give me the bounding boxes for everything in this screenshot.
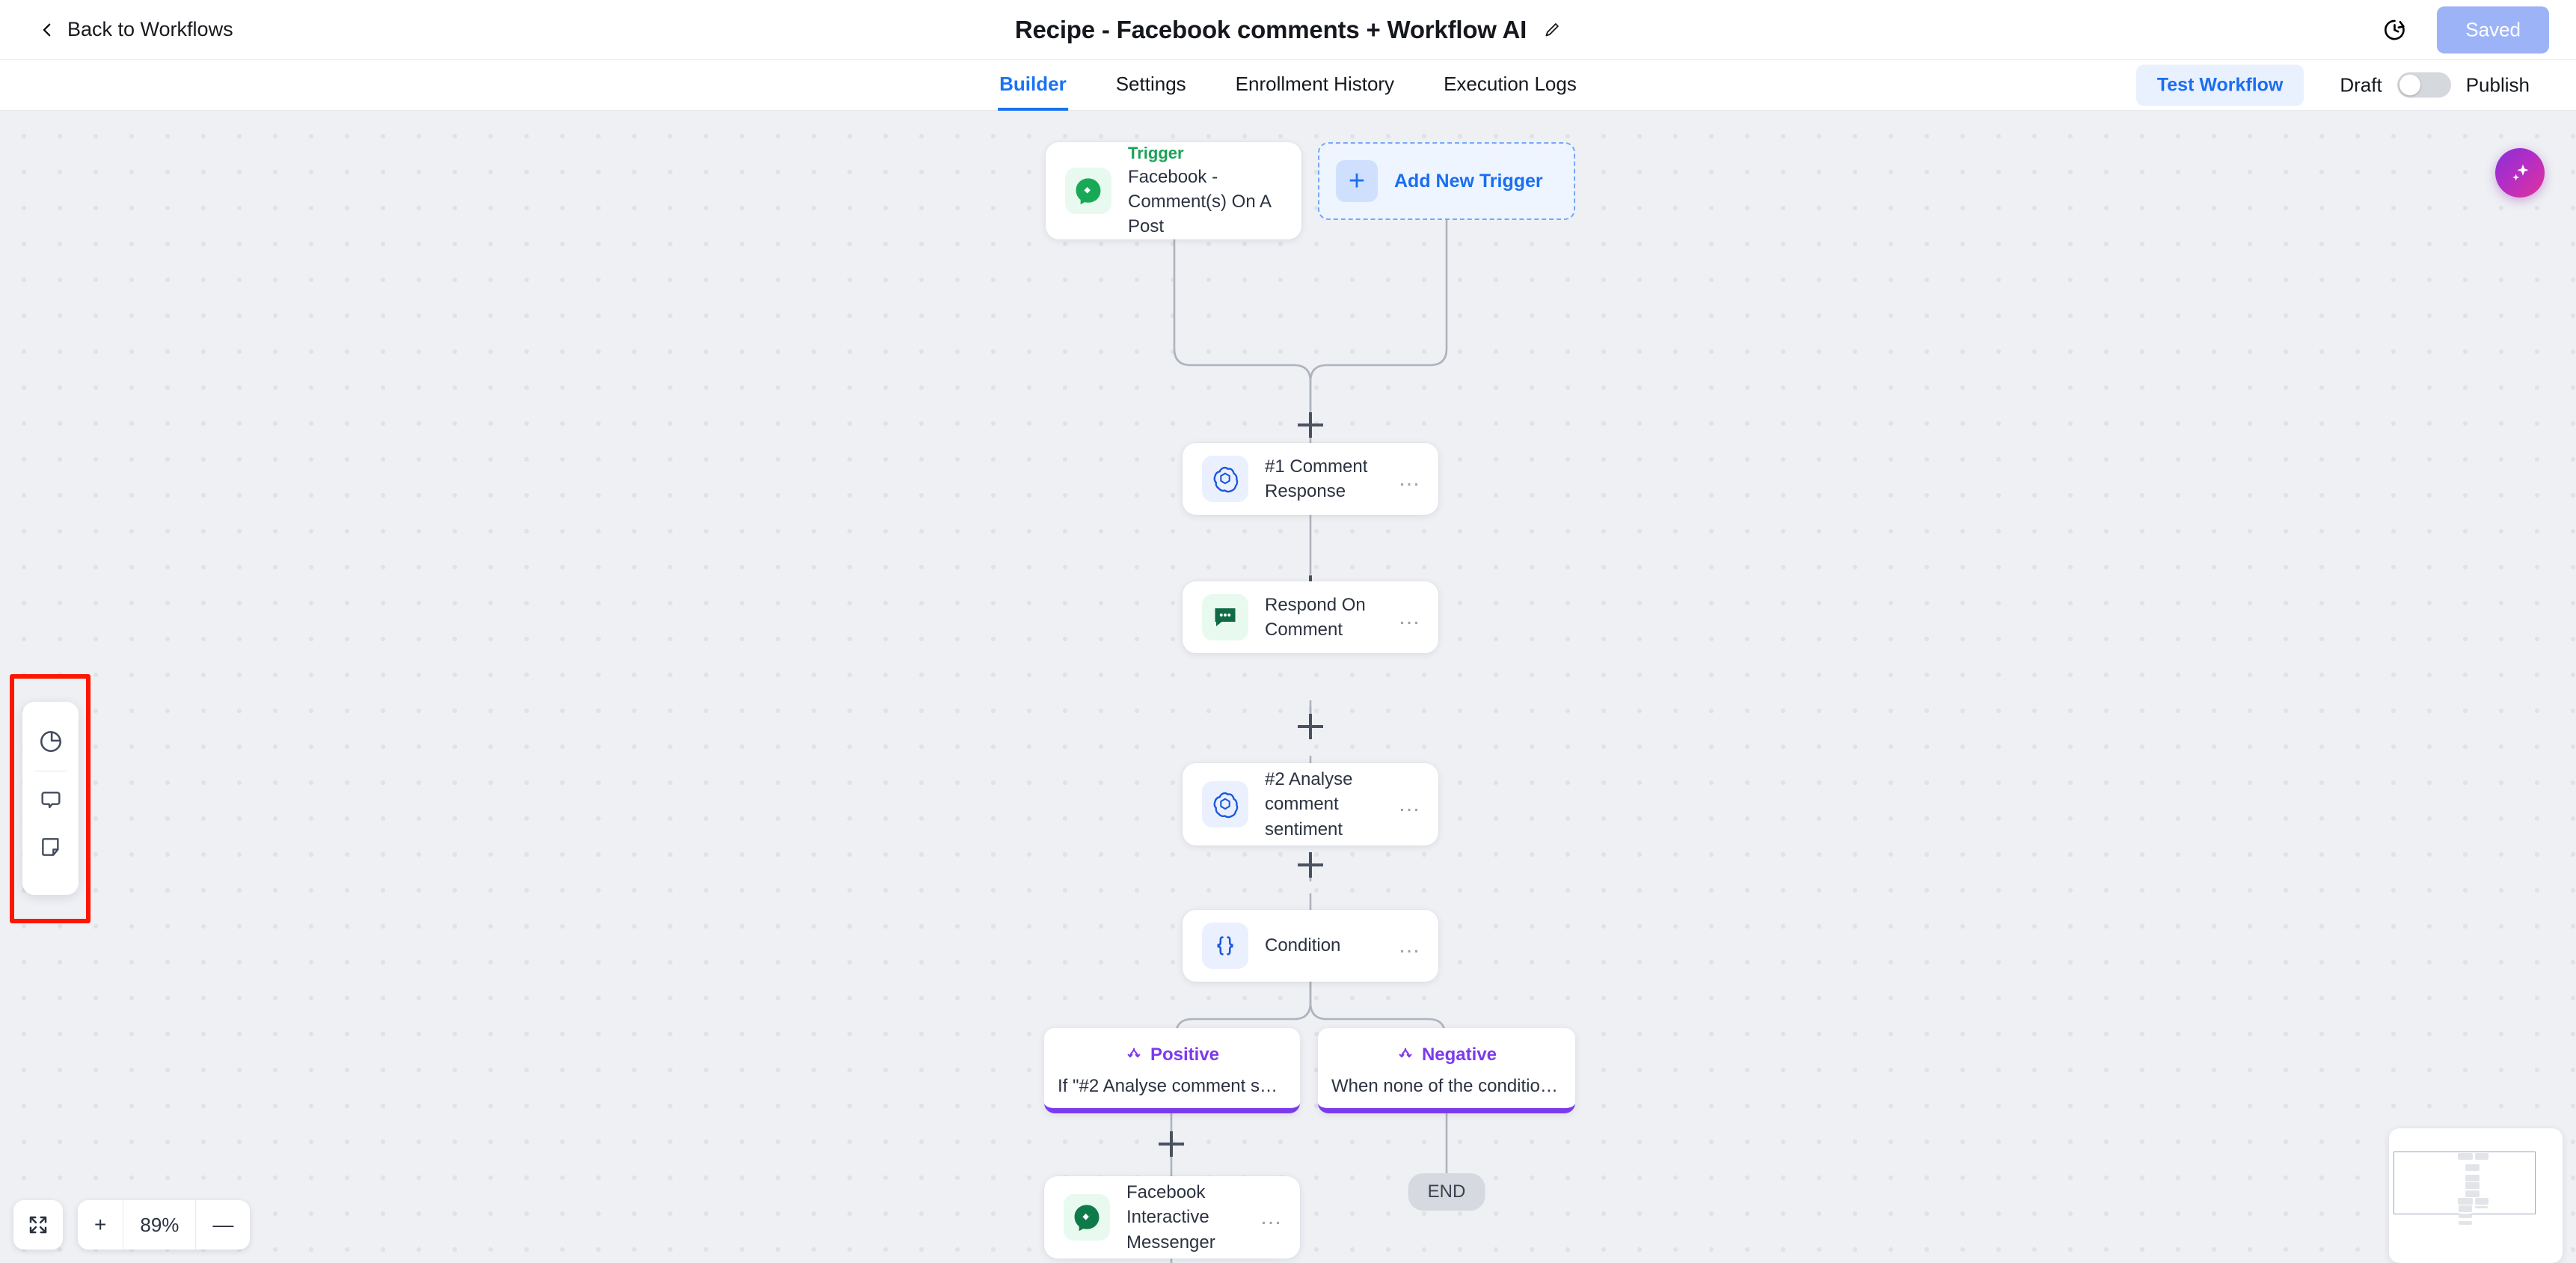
minimap-node <box>2475 1153 2488 1160</box>
branch-description: If "#2 Analyse comment sentiment - R... <box>1058 1076 1300 1096</box>
workflow-title-group: Recipe - Facebook comments + Workflow AI <box>1015 16 1561 44</box>
trigger-title: Facebook - Comment(s) On A Post <box>1128 167 1271 237</box>
zoom-controls: + 89% — <box>13 1200 251 1250</box>
zoom-in-button[interactable]: + <box>78 1200 123 1250</box>
zoom-group: + 89% — <box>78 1200 251 1250</box>
minimap-node <box>2475 1198 2488 1205</box>
minimap-node <box>2459 1214 2472 1218</box>
minimap-node <box>2458 1198 2473 1205</box>
trigger-kicker: Trigger <box>1128 144 1184 163</box>
comment-glyph <box>1215 608 1236 626</box>
comment-bubble-icon[interactable] <box>22 777 79 824</box>
pie-chart-icon[interactable] <box>22 718 79 765</box>
step-node-analyse-sentiment[interactable]: #2 Analyse comment sentiment … <box>1183 763 1438 845</box>
zoom-level-label[interactable]: 89% <box>123 1200 195 1250</box>
add-step-button-5[interactable] <box>1159 1131 1184 1157</box>
openai-icon <box>1202 781 1248 828</box>
comment-bubble-glyph <box>40 792 61 809</box>
note-glyph <box>41 838 59 856</box>
braces-icon <box>1202 923 1248 969</box>
add-step-button-3[interactable] <box>1298 714 1323 739</box>
trigger-node[interactable]: Trigger Facebook - Comment(s) On A Post <box>1046 142 1301 239</box>
end-badge: END <box>1408 1173 1485 1211</box>
minimap-node <box>2465 1190 2480 1197</box>
zoom-out-button[interactable]: — <box>195 1200 250 1250</box>
messenger-glyph <box>1076 178 1101 205</box>
comment-bubble-icon <box>1202 594 1248 640</box>
add-step-button-4[interactable] <box>1298 852 1323 878</box>
minimap-node <box>2475 1206 2488 1208</box>
app-header: Back to Workflows Recipe - Facebook comm… <box>0 0 2576 60</box>
step-node-condition[interactable]: Condition … <box>1183 910 1438 982</box>
branch-name: Negative <box>1421 1045 1497 1065</box>
draft-label: Draft <box>2340 73 2382 96</box>
plus-icon: + <box>1336 160 1378 202</box>
openai-glyph <box>1213 792 1239 819</box>
chevron-left-icon <box>43 23 51 36</box>
minimap-node <box>2465 1175 2480 1181</box>
history-clock-icon[interactable] <box>2382 17 2407 42</box>
minimap-node <box>2459 1221 2472 1225</box>
header-actions: Saved <box>2382 6 2549 53</box>
tab-execution-logs[interactable]: Execution Logs <box>1442 60 1578 111</box>
publish-label: Publish <box>2465 73 2530 96</box>
add-new-trigger-label: Add New Trigger <box>1394 170 1543 192</box>
fit-screen-button[interactable] <box>13 1200 63 1250</box>
sparkle-ai-icon <box>2512 164 2529 181</box>
braces-glyph <box>1217 936 1233 955</box>
minimap-node <box>2458 1153 2473 1160</box>
openai-icon <box>1202 456 1248 502</box>
minimap-node <box>2459 1205 2472 1212</box>
pencil-icon[interactable] <box>1543 21 1561 39</box>
step-node-facebook-interactive-messenger[interactable]: Facebook Interactive Messenger … <box>1044 1176 1300 1259</box>
trigger-text: Trigger Facebook - Comment(s) On A Post <box>1128 142 1288 239</box>
branch-card-positive[interactable]: Positive If "#2 Analyse comment sentimen… <box>1044 1028 1300 1113</box>
tab-settings[interactable]: Settings <box>1114 60 1188 111</box>
messenger-glyph <box>1074 1205 1100 1232</box>
step-node-comment-response[interactable]: #1 Comment Response … <box>1183 443 1438 515</box>
facebook-messenger-icon <box>1065 168 1111 214</box>
canvas-minimap[interactable] <box>2389 1128 2563 1263</box>
tab-builder[interactable]: Builder <box>998 60 1068 111</box>
saved-button[interactable]: Saved <box>2437 6 2549 53</box>
minimap-node <box>2465 1182 2480 1189</box>
pie-chart-glyph <box>40 730 61 753</box>
branch-name: Positive <box>1150 1045 1220 1065</box>
add-new-trigger-button[interactable]: + Add New Trigger <box>1318 142 1575 220</box>
workflow-canvas[interactable]: Trigger Facebook - Comment(s) On A Post … <box>0 111 2576 1263</box>
fit-screen-icon <box>29 1216 47 1234</box>
publish-toggle[interactable] <box>2396 72 2451 98</box>
back-to-workflows-link[interactable]: Back to Workflows <box>39 18 233 41</box>
page-title: Recipe - Facebook comments + Workflow AI <box>1014 15 1527 43</box>
ai-assistant-button[interactable] <box>2495 148 2545 198</box>
facebook-messenger-icon <box>1064 1194 1110 1241</box>
branch-card-negative[interactable]: Negative When none of the conditions are… <box>1318 1028 1575 1113</box>
test-workflow-button[interactable]: Test Workflow <box>2135 64 2304 105</box>
note-icon[interactable] <box>22 824 79 870</box>
branch-description: When none of the conditions are met <box>1331 1076 1575 1096</box>
toggle-knob <box>2399 74 2420 96</box>
add-step-button-1[interactable] <box>1298 412 1323 438</box>
branch-fork-icon <box>1399 1048 1412 1058</box>
step-title: #2 Analyse comment sentiment <box>1265 769 1353 840</box>
branch-fork-icon <box>1127 1048 1141 1058</box>
branch-header: Negative <box>1318 1045 1575 1065</box>
minimap-node <box>2465 1164 2480 1171</box>
tab-bar: Builder Settings Enrollment History Exec… <box>0 60 2576 111</box>
step-node-respond-on-comment[interactable]: Respond On Comment … <box>1183 581 1438 653</box>
branch-header: Positive <box>1044 1045 1300 1065</box>
draft-publish-group: Draft Publish <box>2340 72 2530 98</box>
tab-bar-actions: Test Workflow Draft Publish <box>2135 64 2530 105</box>
tab-list: Builder Settings Enrollment History Exec… <box>998 60 1578 111</box>
back-link-label: Back to Workflows <box>67 18 233 40</box>
tab-enrollment-history[interactable]: Enrollment History <box>1234 60 1396 111</box>
left-floating-toolbar <box>22 702 79 895</box>
openai-glyph <box>1213 466 1239 493</box>
